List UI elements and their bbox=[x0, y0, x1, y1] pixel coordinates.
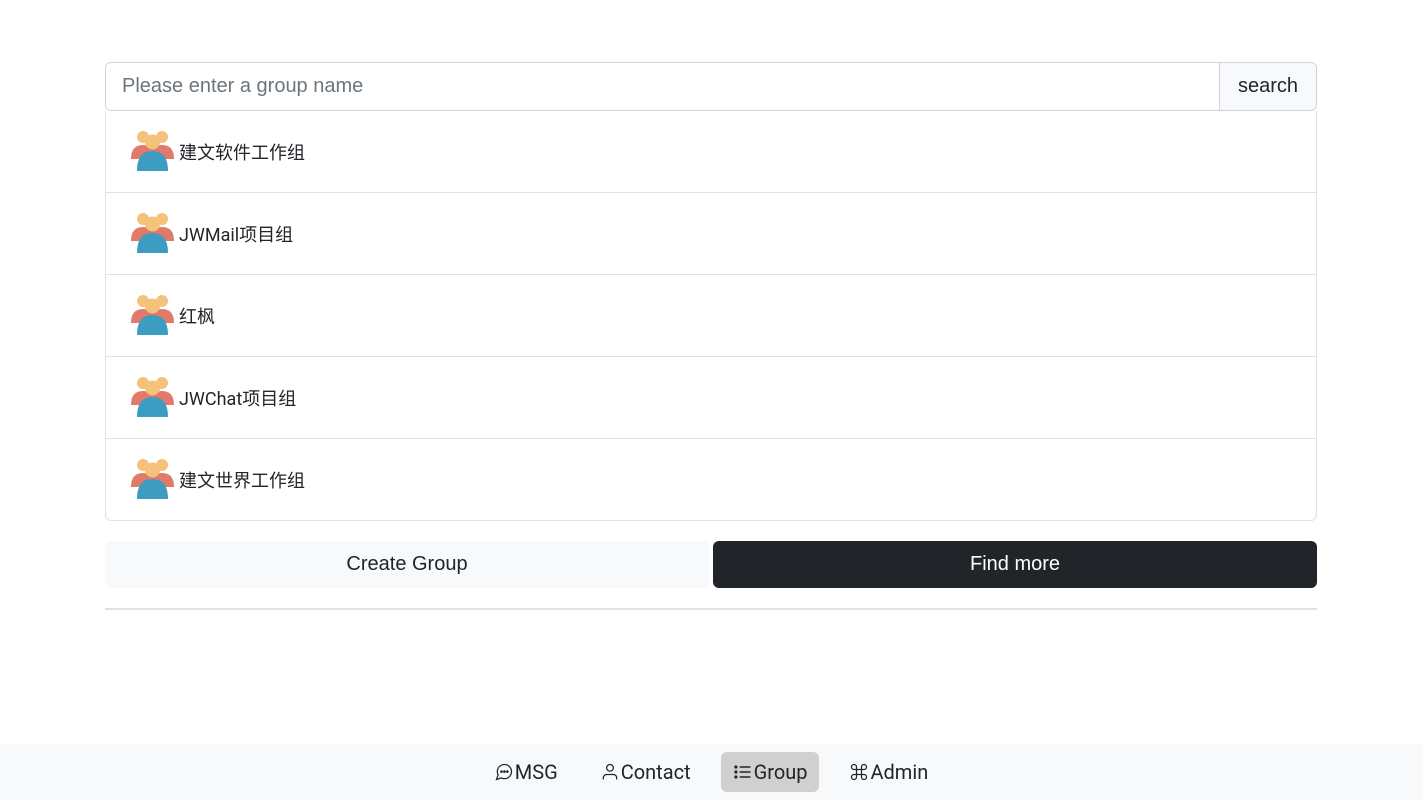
command-icon bbox=[849, 762, 869, 782]
group-name: JWChat项目组 bbox=[179, 385, 296, 411]
person-icon bbox=[600, 762, 620, 782]
nav-item-group[interactable]: Group bbox=[721, 752, 820, 792]
group-item[interactable]: 建文世界工作组 bbox=[106, 439, 1316, 520]
group-icon bbox=[126, 293, 179, 338]
divider bbox=[105, 608, 1317, 610]
search-button[interactable]: search bbox=[1219, 63, 1316, 110]
group-item[interactable]: JWMail项目组 bbox=[106, 193, 1316, 275]
group-name: 红枫 bbox=[179, 303, 215, 329]
nav-item-msg[interactable]: MSG bbox=[482, 752, 570, 792]
group-item[interactable]: 红枫 bbox=[106, 275, 1316, 357]
nav-label: Group bbox=[754, 760, 808, 784]
chat-icon bbox=[494, 762, 514, 782]
bottom-nav: MSG Contact Group bbox=[0, 744, 1422, 800]
group-icon bbox=[126, 375, 179, 420]
find-more-button[interactable]: Find more bbox=[713, 541, 1317, 588]
nav-item-admin[interactable]: Admin bbox=[837, 752, 940, 792]
group-name: JWMail项目组 bbox=[179, 221, 293, 247]
list-icon bbox=[733, 762, 753, 782]
search-input[interactable] bbox=[106, 63, 1219, 110]
nav-label: MSG bbox=[515, 760, 558, 784]
group-name: 建文软件工作组 bbox=[179, 139, 305, 165]
nav-item-contact[interactable]: Contact bbox=[588, 752, 703, 792]
search-row: search bbox=[105, 62, 1317, 111]
group-item[interactable]: JWChat项目组 bbox=[106, 357, 1316, 439]
create-group-button[interactable]: Create Group bbox=[105, 541, 709, 588]
group-item[interactable]: 建文软件工作组 bbox=[106, 111, 1316, 193]
group-icon bbox=[126, 211, 179, 256]
nav-label: Admin bbox=[870, 760, 928, 784]
group-icon bbox=[126, 457, 179, 502]
group-icon bbox=[126, 129, 179, 174]
group-list: 建文软件工作组 JWMail项目组 bbox=[105, 111, 1317, 521]
nav-label: Contact bbox=[621, 760, 691, 784]
action-row: Create Group Find more bbox=[105, 541, 1317, 588]
group-name: 建文世界工作组 bbox=[179, 467, 305, 493]
